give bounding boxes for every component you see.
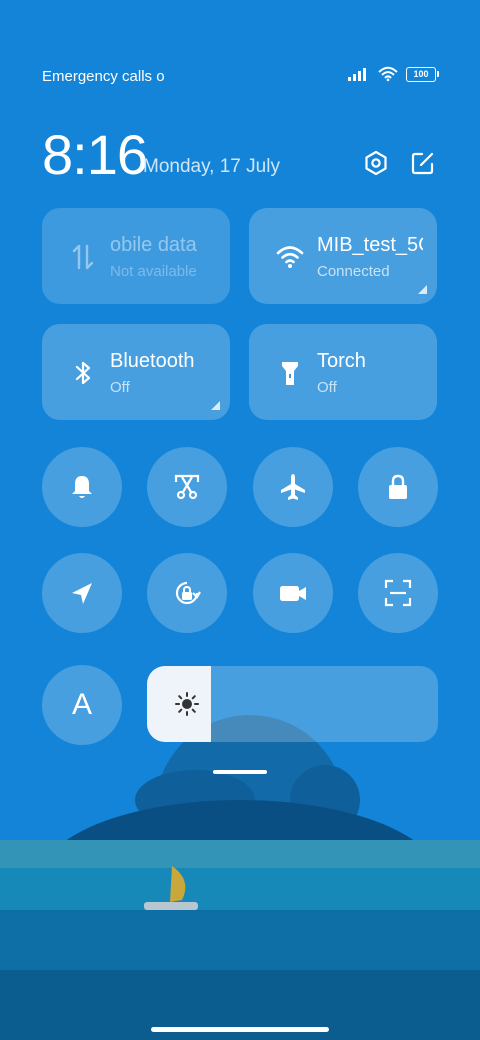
mobile-data-icon (72, 244, 94, 270)
auto-font-icon: A (71, 688, 92, 721)
home-indicator[interactable] (151, 1027, 329, 1032)
airplane-toggle[interactable] (253, 447, 333, 527)
bell-icon (72, 476, 92, 498)
mobile-data-status: Not available (110, 263, 197, 280)
torch-tile[interactable]: Torch Off (249, 324, 437, 420)
brightness-icon (175, 692, 199, 716)
date-label: Monday, 17 July (143, 156, 280, 177)
bluetooth-icon (75, 361, 91, 385)
carrier-text: Emergency calls o (42, 68, 165, 85)
mobile-data-tile[interactable]: obile data Not available (42, 208, 230, 304)
signal-icon (348, 68, 366, 81)
wifi-icon (276, 246, 304, 268)
rotation-lock-toggle[interactable] (147, 553, 227, 633)
brightness-slider[interactable] (147, 666, 438, 742)
lock-icon (389, 474, 407, 499)
airplane-icon (281, 474, 305, 500)
expand-corner-icon[interactable] (211, 401, 220, 410)
mobile-data-title: obile data (110, 234, 197, 256)
torch-title: Torch (317, 350, 366, 372)
wifi-status: Connected (317, 263, 390, 280)
bluetooth-status: Off (110, 379, 130, 396)
rotation-lock-icon (175, 581, 201, 605)
expand-corner-icon[interactable] (418, 285, 427, 294)
status-bar: Emergency calls o 100 (42, 66, 439, 88)
auto-font-toggle[interactable]: A (42, 665, 122, 745)
settings-icon[interactable] (363, 150, 389, 176)
battery-icon: 100 (406, 66, 439, 82)
edit-icon[interactable] (410, 150, 436, 176)
silent-toggle[interactable] (42, 447, 122, 527)
torch-status: Off (317, 379, 337, 396)
scanner-toggle[interactable] (358, 553, 438, 633)
video-toggle[interactable] (253, 553, 333, 633)
scanner-icon (384, 579, 412, 607)
video-icon (280, 586, 306, 601)
bluetooth-tile[interactable]: Bluetooth Off (42, 324, 230, 420)
location-icon (72, 583, 92, 604)
lock-screen-toggle[interactable] (358, 447, 438, 527)
wifi-network-name: MIB_test_5G (317, 234, 423, 256)
bluetooth-title: Bluetooth (110, 350, 195, 372)
status-icons: 100 (348, 66, 439, 82)
screenshot-icon (174, 474, 200, 500)
panel-drag-handle[interactable] (213, 770, 267, 774)
torch-icon (282, 362, 298, 385)
clock: 8:16 (42, 123, 148, 186)
screenshot-toggle[interactable] (147, 447, 227, 527)
location-toggle[interactable] (42, 553, 122, 633)
wifi-tile[interactable]: MIB_test_5G Connected (249, 208, 437, 304)
wifi-status-icon (378, 66, 398, 82)
